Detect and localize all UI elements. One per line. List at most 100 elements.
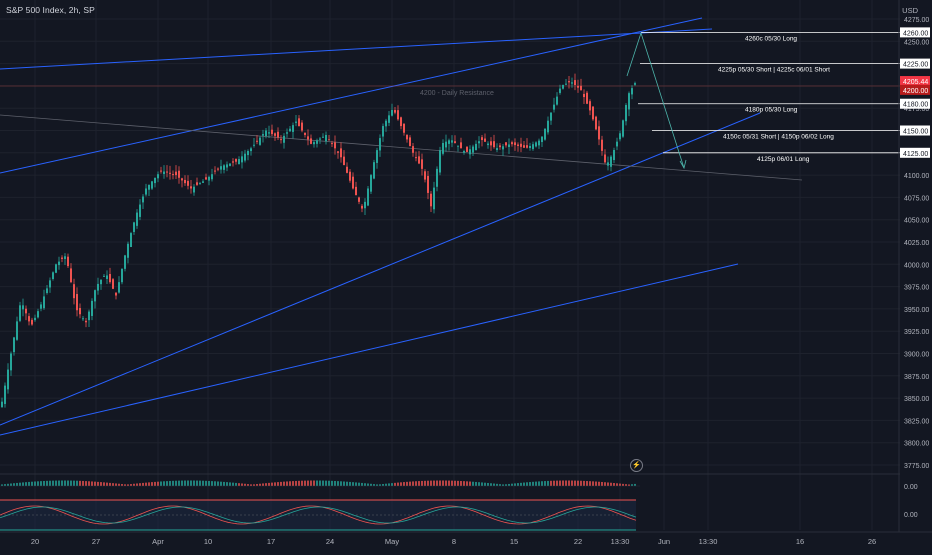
candle-body (43, 296, 45, 309)
candle-body (490, 141, 492, 146)
time-tick-label: 15 (510, 537, 518, 546)
time-tick-label: Jun (658, 537, 670, 546)
histogram-bar (415, 481, 417, 486)
candle-body (103, 275, 105, 277)
histogram-bar (583, 480, 585, 486)
projection (626, 31, 687, 170)
price-tick-label: 4250.00 (904, 39, 929, 46)
candle-body (139, 204, 141, 217)
histogram-bar (613, 483, 615, 486)
histogram-bar (631, 484, 633, 486)
histogram-bar (193, 480, 195, 486)
candle-body (22, 305, 24, 310)
candle-body (385, 120, 387, 127)
histogram-bar (214, 481, 216, 486)
candle-body (493, 141, 495, 148)
time-tick-label: 26 (868, 537, 876, 546)
candle-body (631, 88, 633, 95)
candle-body (118, 282, 120, 293)
histogram-bar (235, 482, 237, 486)
histogram-bar (409, 481, 411, 486)
candle-body (79, 308, 81, 315)
upper-channel-inner-line[interactable] (0, 28, 713, 70)
candle-body (556, 96, 558, 105)
histogram-bar (604, 482, 606, 486)
histogram-bar (40, 481, 42, 486)
histogram-bar (103, 482, 105, 486)
candle-body (604, 154, 606, 163)
candle-body (52, 272, 54, 279)
candle-body (28, 316, 30, 322)
histogram-bar (169, 480, 171, 486)
bottom-channel-line[interactable] (0, 263, 739, 436)
candle-body (286, 132, 288, 134)
histogram-bar (484, 482, 486, 486)
candle-body (610, 156, 612, 167)
candle-body (466, 146, 468, 152)
histogram-bar (43, 480, 45, 486)
candle-body (580, 85, 582, 91)
candle-body (319, 138, 321, 140)
candle-body (169, 172, 171, 174)
candle-body (502, 146, 504, 150)
histogram-bar (331, 480, 333, 486)
indicator-pane: 0.00 0.00 (0, 0, 932, 533)
candle-body (454, 141, 456, 143)
lower-channel-line[interactable] (0, 112, 761, 426)
histogram-bar (46, 480, 48, 486)
histogram-bar (13, 483, 15, 486)
candle-body (55, 264, 57, 273)
histogram-bar (265, 483, 267, 486)
candle-body (475, 143, 477, 151)
histogram-bar (382, 484, 384, 486)
candle-body (571, 82, 573, 84)
histogram-bar (253, 484, 255, 486)
histogram-bar (490, 483, 492, 486)
level-annotation: 4125p 06/01 Long (757, 156, 810, 163)
lightning-icon[interactable]: ⚡ (630, 459, 643, 472)
candle-body (430, 193, 432, 207)
level-price-label: 4180.00 (903, 102, 928, 109)
candle-body (577, 85, 579, 88)
time-tick-label: 10 (204, 537, 212, 546)
histogram-bar (220, 481, 222, 486)
histogram-bar (625, 484, 627, 486)
symbol-title[interactable]: S&P 500 Index, 2h, SP (6, 5, 95, 15)
candle-body (37, 311, 39, 318)
histogram-bar (526, 482, 528, 486)
histogram-bar (364, 483, 366, 486)
oscillator-value: 0.00 (904, 512, 918, 519)
candle-body (115, 292, 117, 296)
candle-body (586, 92, 588, 104)
histogram-bar (310, 480, 312, 486)
candle-body (76, 294, 78, 311)
candle-body (133, 222, 135, 232)
histogram-bar (529, 482, 531, 486)
price-tick-label: 4075.00 (904, 195, 929, 202)
candle-body (229, 163, 231, 166)
chart-area[interactable]: 4260c 05/30 Long 4225p 05/30 Short | 4225… (0, 0, 932, 550)
histogram-bar (229, 482, 231, 486)
histogram-bar (595, 481, 597, 486)
level-annotation: 4180p 05/30 Long (745, 107, 798, 114)
level-price-label: 4260.00 (903, 30, 928, 37)
histogram-bar (322, 480, 324, 486)
histogram-bar (325, 480, 327, 486)
price-chart[interactable]: 4260c 05/30 Long 4225p 05/30 Short | 4225… (0, 0, 932, 550)
histogram-bar (403, 482, 405, 486)
histogram-bar (232, 482, 234, 486)
candle-body (508, 144, 510, 148)
candle-body (397, 110, 399, 120)
candle-body (439, 150, 441, 173)
candle-body (223, 165, 225, 170)
candle-body (109, 274, 111, 283)
histogram-bar (160, 481, 162, 486)
histogram-bar (499, 484, 501, 486)
histogram-bar (313, 480, 315, 486)
candle-body (151, 181, 153, 189)
candle-body (121, 268, 123, 283)
histogram-bar (508, 483, 510, 486)
candle-body (106, 275, 108, 279)
currency-label: USD (902, 6, 918, 15)
histogram-bar (31, 481, 33, 486)
